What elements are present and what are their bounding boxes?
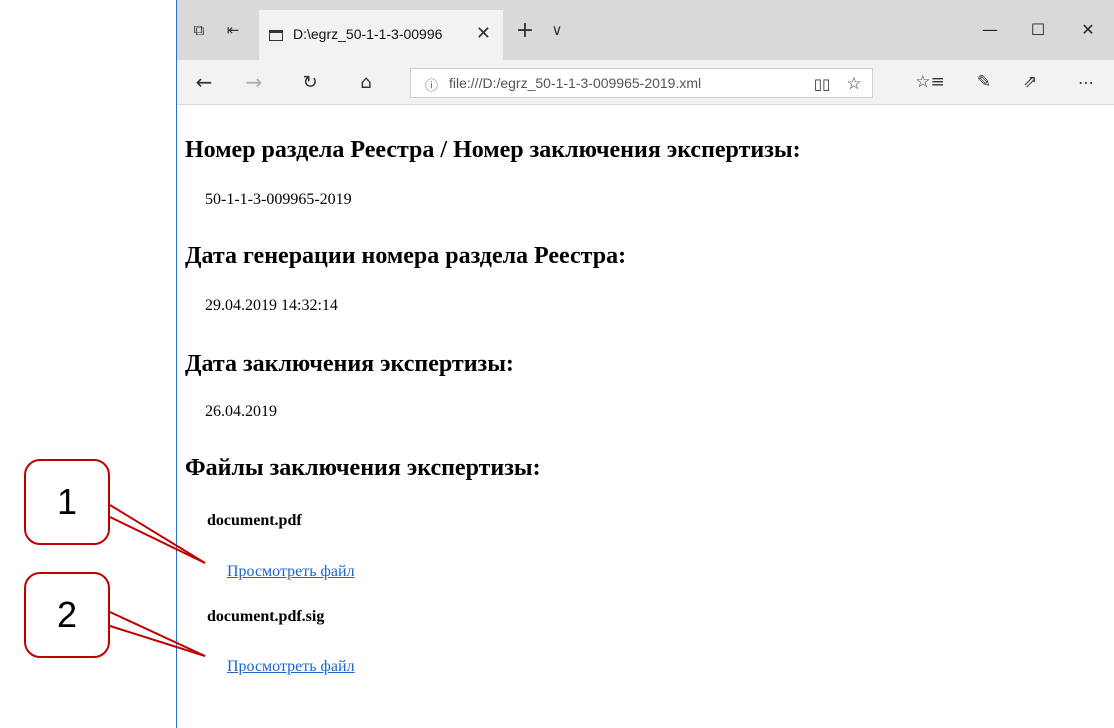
callout-1: 1 (24, 459, 110, 545)
callout-1-pointer (109, 504, 206, 564)
callout-2: 2 (24, 572, 110, 658)
callout-2-pointer (109, 625, 206, 657)
callout-2-pointer (109, 611, 206, 657)
callout-arrows (109, 504, 206, 657)
callout-1-pointer (109, 516, 206, 564)
